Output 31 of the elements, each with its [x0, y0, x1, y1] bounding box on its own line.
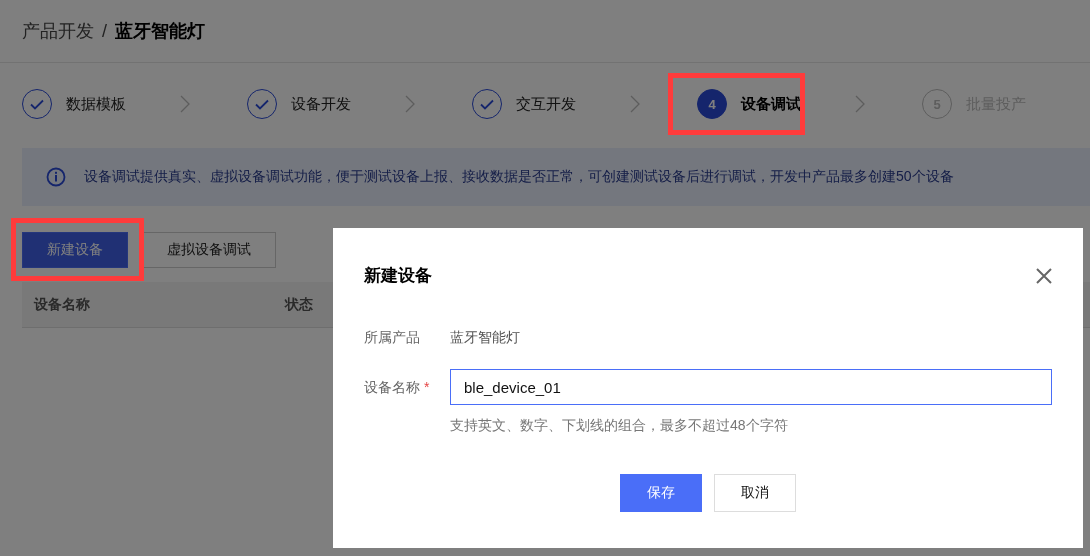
chevron-icon [855, 95, 865, 113]
field-label: 所属产品 [364, 328, 420, 347]
breadcrumb-link[interactable]: 产品开发 [22, 19, 94, 43]
check-icon [247, 89, 277, 119]
step-label: 设备开发 [291, 94, 351, 114]
field-value: 蓝牙智能灯 [450, 328, 520, 347]
chevron-icon [630, 95, 640, 113]
notice-text: 设备调试提供真实、虚拟设备调试功能，便于测试设备上报、接收数据是否正常，可创建测试设备后进行调试，开发中产品最多创建50个设备 [84, 168, 954, 186]
check-icon [22, 89, 52, 119]
dialog-title: 新建设备 [364, 265, 432, 287]
virtual-debug-button[interactable]: 虚拟设备调试 [142, 232, 276, 268]
column-header: 状态 [283, 295, 314, 314]
required-mark: * [424, 378, 430, 397]
step-number: 4 [697, 89, 727, 119]
field-label: 设备名称 [364, 378, 420, 397]
step-label: 设备调试 [741, 94, 801, 114]
cancel-button[interactable]: 取消 [714, 474, 796, 512]
close-icon[interactable] [1036, 267, 1052, 284]
chevron-icon [405, 95, 415, 113]
chevron-icon [180, 95, 190, 113]
info-icon [46, 167, 66, 187]
device-name-field[interactable]: ble_device_01 [450, 369, 1052, 405]
step-label: 数据模板 [66, 94, 126, 114]
save-button[interactable]: 保存 [620, 474, 702, 512]
field-hint: 支持英文、数字、下划线的组合，最多不超过48个字符 [450, 417, 789, 435]
new-device-button[interactable]: 新建设备 [22, 232, 128, 268]
step-label: 交互开发 [516, 94, 576, 114]
column-header: 设备名称 [32, 295, 91, 314]
breadcrumb-separator: / [102, 20, 107, 42]
check-icon [472, 89, 502, 119]
breadcrumb-current: 蓝牙智能灯 [115, 20, 205, 43]
